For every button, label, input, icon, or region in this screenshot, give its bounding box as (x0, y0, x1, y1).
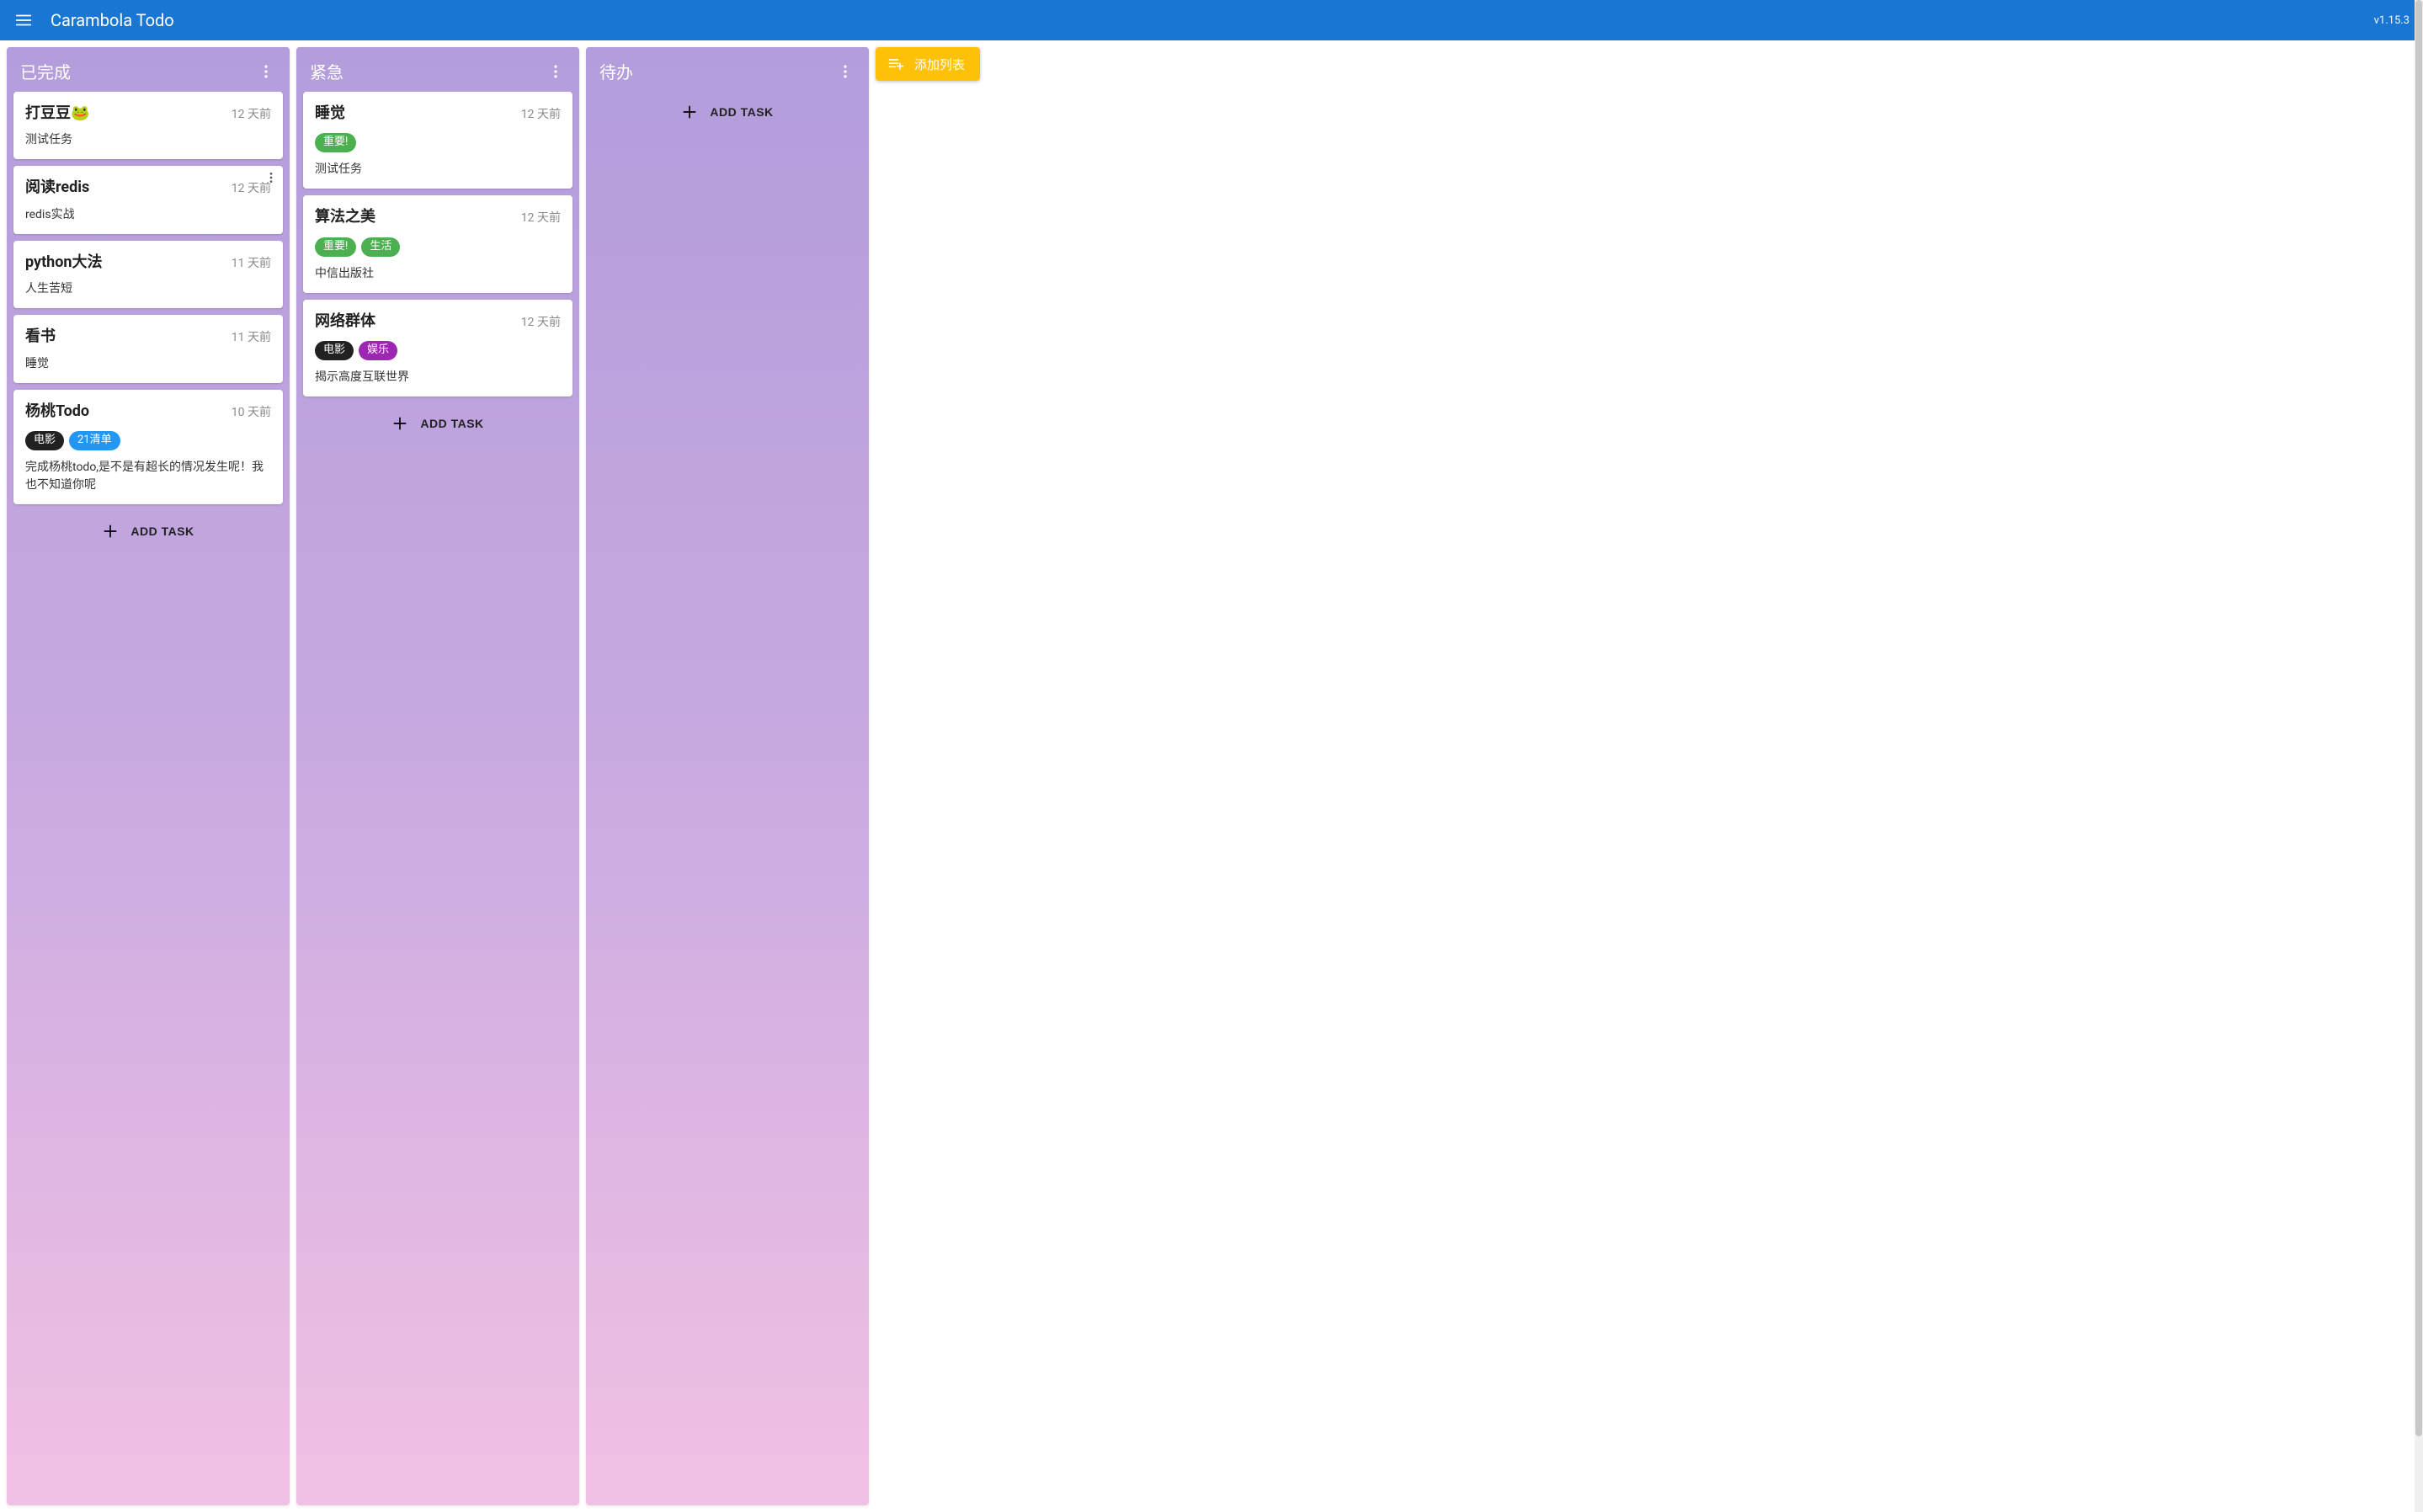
column: 紧急睡觉12 天前重要!测试任务算法之美12 天前重要!生活中信出版社网络群体1… (296, 47, 579, 1505)
task-card[interactable]: 杨桃Todo 10 天前电影 21清单完成杨桃todo,是不是有超长的情况发生呢！我… (13, 390, 283, 504)
card-menu-button[interactable] (263, 169, 280, 186)
more-vert-icon (264, 171, 278, 184)
card-header: 打豆豆🐸 12 天前 (25, 104, 271, 123)
card-title: 阅读redis (25, 178, 89, 197)
card-tags: 重要!生活 (315, 237, 561, 257)
app-bar: Carambola Todo v1.15.3 (0, 0, 2423, 40)
card-tags: 电影娱乐 (315, 341, 561, 360)
column-header: 紧急 (296, 47, 579, 92)
hamburger-icon (14, 11, 33, 29)
card-description: 睡觉 (25, 355, 271, 373)
add-list-button[interactable]: 添加列表 (876, 47, 980, 81)
column-body: 打豆豆🐸 12 天前测试任务阅读redis12 天前 redis实战 python大法… (7, 92, 290, 1505)
card-header: 阅读redis12 天前 (25, 178, 271, 197)
card-title: 睡觉 (315, 104, 345, 123)
tag: 电影 (25, 431, 64, 450)
column-header: 已完成 (7, 47, 290, 92)
task-card[interactable]: 打豆豆🐸 12 天前测试任务 (13, 92, 283, 159)
more-vert-icon (547, 63, 564, 80)
card-description: 完成杨桃todo,是不是有超长的情况发生呢！我也不知道你呢 (25, 459, 271, 494)
card-time: 10 天前 (232, 403, 271, 420)
tag: 娱乐 (359, 341, 397, 360)
task-card[interactable]: 算法之美 12 天前重要!生活中信出版社 (303, 195, 572, 292)
card-header: 杨桃Todo 10 天前 (25, 402, 271, 421)
playlist-add-icon (887, 56, 904, 72)
tag: 重要! (315, 133, 356, 152)
more-vert-icon (837, 63, 854, 80)
column-body: ADD TASK (586, 92, 869, 1505)
card-description: 测试任务 (25, 131, 271, 149)
card-description: 人生苦短 (25, 280, 271, 298)
plus-icon (391, 415, 408, 432)
add-task-button[interactable]: ADD TASK (378, 405, 497, 442)
tag: 重要! (315, 237, 356, 257)
tag: 电影 (315, 341, 354, 360)
page-scrollbar-thumb[interactable] (2415, 0, 2422, 1436)
column-title: 已完成 (20, 59, 256, 83)
add-list-label: 添加列表 (914, 56, 965, 73)
card-time: 12 天前 (521, 209, 561, 226)
task-card[interactable]: 睡觉 12 天前重要! 测试任务 (303, 92, 572, 189)
card-title: 网络群体 (315, 311, 375, 331)
task-card[interactable]: 网络群体 12 天前电影娱乐揭示高度互联世界 (303, 300, 572, 397)
tag: 21清单 (69, 431, 120, 450)
column-header: 待办 (586, 47, 869, 92)
plus-icon (681, 104, 698, 120)
tag: 生活 (361, 237, 400, 257)
task-card[interactable]: 看书 11 天前睡觉 (13, 315, 283, 382)
page-scrollbar[interactable] (2415, 0, 2423, 1512)
card-tags: 重要! (315, 133, 561, 152)
card-header: 看书 11 天前 (25, 327, 271, 346)
column-menu-button[interactable] (546, 61, 566, 82)
card-header: 睡觉 12 天前 (315, 104, 561, 123)
card-title: 打豆豆🐸 (25, 104, 89, 123)
card-time: 12 天前 (521, 105, 561, 122)
hamburger-menu-button[interactable] (13, 10, 34, 30)
add-task-button[interactable]: ADD TASK (88, 513, 207, 550)
board: 已完成打豆豆🐸12 天前测试任务阅读redis12 天前redis实战pytho… (0, 40, 2423, 1512)
task-card[interactable]: python大法 11 天前人生苦短 (13, 241, 283, 308)
card-tags: 电影 21清单 (25, 431, 271, 450)
card-description: 测试任务 (315, 161, 561, 178)
column-title: 待办 (599, 59, 835, 83)
card-header: 网络群体 12 天前 (315, 311, 561, 331)
add-task-label: ADD TASK (710, 105, 773, 119)
card-title: 杨桃Todo (25, 402, 89, 421)
card-title: 算法之美 (315, 207, 375, 226)
plus-icon (102, 523, 119, 540)
task-card[interactable]: 阅读redis12 天前 redis实战 (13, 166, 283, 233)
add-task-label: ADD TASK (420, 417, 483, 430)
add-task-button[interactable]: ADD TASK (668, 93, 786, 130)
more-vert-icon (258, 63, 274, 80)
app-version: v1.15.3 (2374, 14, 2410, 27)
app-title: Carambola Todo (51, 10, 2374, 30)
card-description: 中信出版社 (315, 265, 561, 283)
column: 已完成打豆豆🐸 12 天前测试任务阅读redis12 天前 redis实战 pytho… (7, 47, 290, 1505)
card-title: 看书 (25, 327, 56, 346)
card-header: python大法 11 天前 (25, 253, 271, 272)
column-title: 紧急 (310, 59, 546, 83)
add-task-label: ADD TASK (130, 524, 194, 538)
column-body: 睡觉12 天前重要!测试任务算法之美12 天前重要!生活中信出版社网络群体12 … (296, 92, 579, 1505)
card-description: redis实战 (25, 206, 271, 224)
card-time: 11 天前 (232, 328, 271, 345)
column: 待办 ADD TASK (586, 47, 869, 1505)
column-menu-button[interactable] (835, 61, 855, 82)
card-time: 12 天前 (232, 105, 271, 122)
card-time: 11 天前 (232, 254, 271, 271)
card-title: python大法 (25, 253, 103, 272)
card-description: 揭示高度互联世界 (315, 369, 561, 386)
card-time: 12 天前 (521, 313, 561, 330)
card-header: 算法之美 12 天前 (315, 207, 561, 226)
column-menu-button[interactable] (256, 61, 276, 82)
